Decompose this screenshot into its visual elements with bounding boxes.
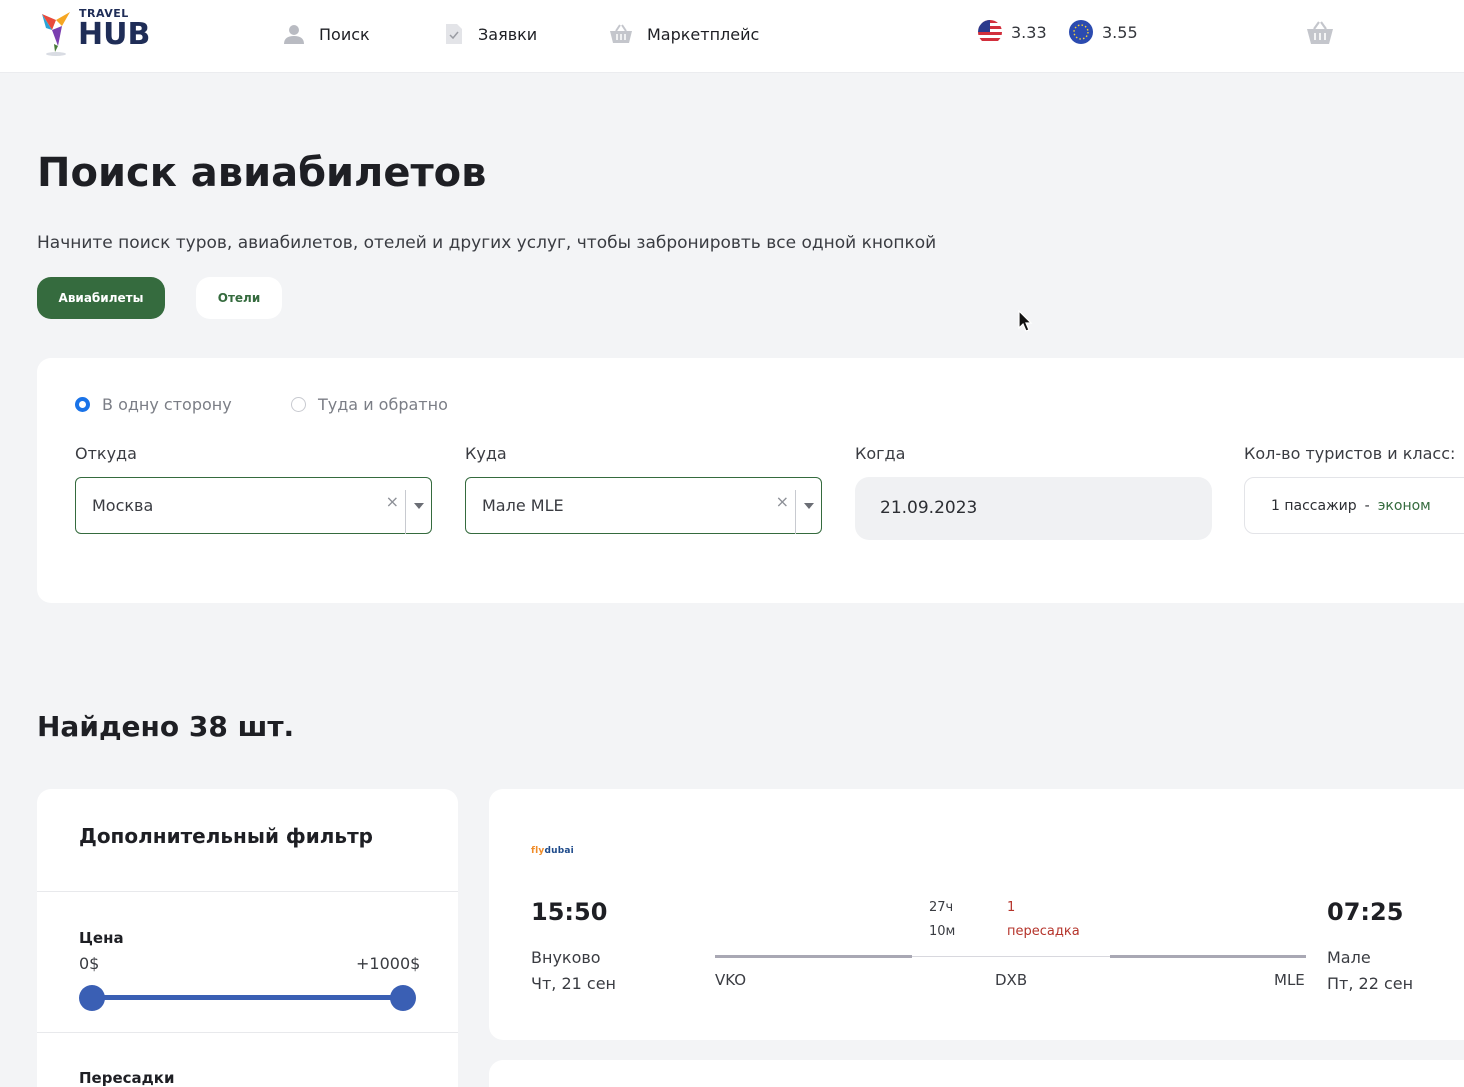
to-value: Мале MLE (482, 496, 564, 515)
flight-result-card[interactable] (489, 1060, 1464, 1087)
price-slider-max-handle[interactable] (390, 985, 416, 1011)
to-clear-icon[interactable]: × (776, 492, 789, 511)
usd-rate: 3.33 (977, 18, 1047, 46)
cart-basket-icon (1307, 21, 1333, 44)
passengers-class-selector[interactable]: 1 пассажир - эконом (1244, 477, 1464, 534)
radio-selected-icon (75, 397, 90, 412)
travelhub-logo[interactable]: TRAVEL HUB (36, 6, 166, 58)
airport-code-destination: MLE (1274, 971, 1305, 989)
duration-hours: 27ч (929, 900, 954, 915)
from-label: Откуда (75, 444, 137, 463)
radio-one-way-label: В одну сторону (102, 395, 232, 414)
top-header: TRAVEL HUB Поиск Заявки Маркетплейс 3.33… (0, 0, 1464, 73)
pax-class: эконом (1377, 497, 1431, 514)
date-input[interactable]: 21.09.2023 (855, 477, 1212, 540)
from-dropdown-arrow-icon[interactable] (414, 503, 424, 509)
user-icon (284, 25, 304, 44)
radio-unselected-icon (291, 397, 306, 412)
cart-button[interactable] (1306, 20, 1334, 50)
us-flag-icon (978, 20, 1002, 44)
page-title: Поиск авиабилетов (37, 150, 487, 196)
eu-flag-icon (1069, 20, 1093, 44)
price-min: 0$ (79, 954, 100, 973)
from-select[interactable]: Москва × (75, 477, 432, 534)
eur-rate-value: 3.55 (1102, 22, 1138, 42)
stops-filter-label: Пересадки (79, 1069, 175, 1087)
airline-logo-part: fly (531, 846, 545, 856)
airport-code-transfer: DXB (995, 971, 1028, 989)
airline-logo: flydubai (531, 846, 574, 856)
price-slider-min-handle[interactable] (79, 985, 105, 1011)
document-icon (446, 24, 462, 44)
from-separator (405, 490, 406, 534)
nav-search[interactable]: Поиск (283, 22, 370, 46)
arrival-city: Мале (1327, 948, 1371, 967)
mouse-cursor-icon (1018, 310, 1033, 332)
arrival-day: Пт, 22 сен (1327, 974, 1414, 993)
tab-hotels[interactable]: Отели (196, 277, 282, 319)
to-dropdown-arrow-icon[interactable] (804, 503, 814, 509)
departure-city: Внуково (531, 948, 601, 967)
pax-separator: - (1364, 497, 1370, 514)
route-layover (912, 956, 1110, 957)
date-value: 21.09.2023 (880, 498, 978, 518)
logo-big-text: HUB (78, 17, 151, 52)
when-label: Когда (855, 444, 906, 463)
nav-marketplace[interactable]: Маркетплейс (609, 22, 759, 46)
duration-minutes: 10м (929, 924, 956, 939)
radio-one-way[interactable]: В одну сторону (75, 395, 232, 414)
filter-title: Дополнительный фильтр (79, 824, 373, 848)
airline-logo-part: dubai (544, 846, 574, 856)
nav-search-label: Поиск (319, 24, 370, 44)
nav-requests[interactable]: Заявки (444, 22, 537, 46)
stops-count: 1 (1007, 900, 1016, 915)
from-value: Москва (92, 496, 154, 515)
filter-divider (37, 1032, 458, 1033)
stops-label: пересадка (1007, 924, 1080, 939)
from-clear-icon[interactable]: × (386, 492, 399, 511)
to-separator (795, 490, 796, 534)
eur-rate: 3.55 (1068, 18, 1138, 46)
pax-label: Кол-во туристов и класс: (1244, 444, 1456, 463)
radio-round-trip[interactable]: Туда и обратно (291, 395, 448, 414)
price-slider-track[interactable] (92, 995, 403, 1000)
page-subtitle: Начните поиск туров, авиабилетов, отелей… (37, 233, 937, 253)
airport-code-origin: VKO (715, 971, 747, 989)
arrival-time: 07:25 (1327, 898, 1404, 926)
to-label: Куда (465, 444, 507, 463)
pax-count: 1 пассажир (1271, 497, 1357, 514)
route-segment (1110, 955, 1306, 958)
radio-round-trip-label: Туда и обратно (318, 395, 448, 414)
departure-day: Чт, 21 сен (531, 974, 617, 993)
usd-rate-value: 3.33 (1011, 22, 1047, 42)
route-segment (715, 955, 912, 958)
to-select[interactable]: Мале MLE × (465, 477, 822, 534)
nav-marketplace-label: Маркетплейс (647, 24, 760, 44)
results-count: Найдено 38 шт. (37, 710, 295, 743)
price-max: +1000$ (356, 954, 421, 973)
departure-time: 15:50 (531, 898, 608, 926)
nav-requests-label: Заявки (478, 24, 538, 44)
price-label: Цена (79, 929, 124, 947)
flight-result-card[interactable] (489, 789, 1464, 1040)
tab-flights[interactable]: Авиабилеты (37, 277, 165, 319)
filter-divider (37, 891, 458, 892)
logo-mark-icon (42, 12, 70, 56)
basket-icon (610, 24, 632, 43)
